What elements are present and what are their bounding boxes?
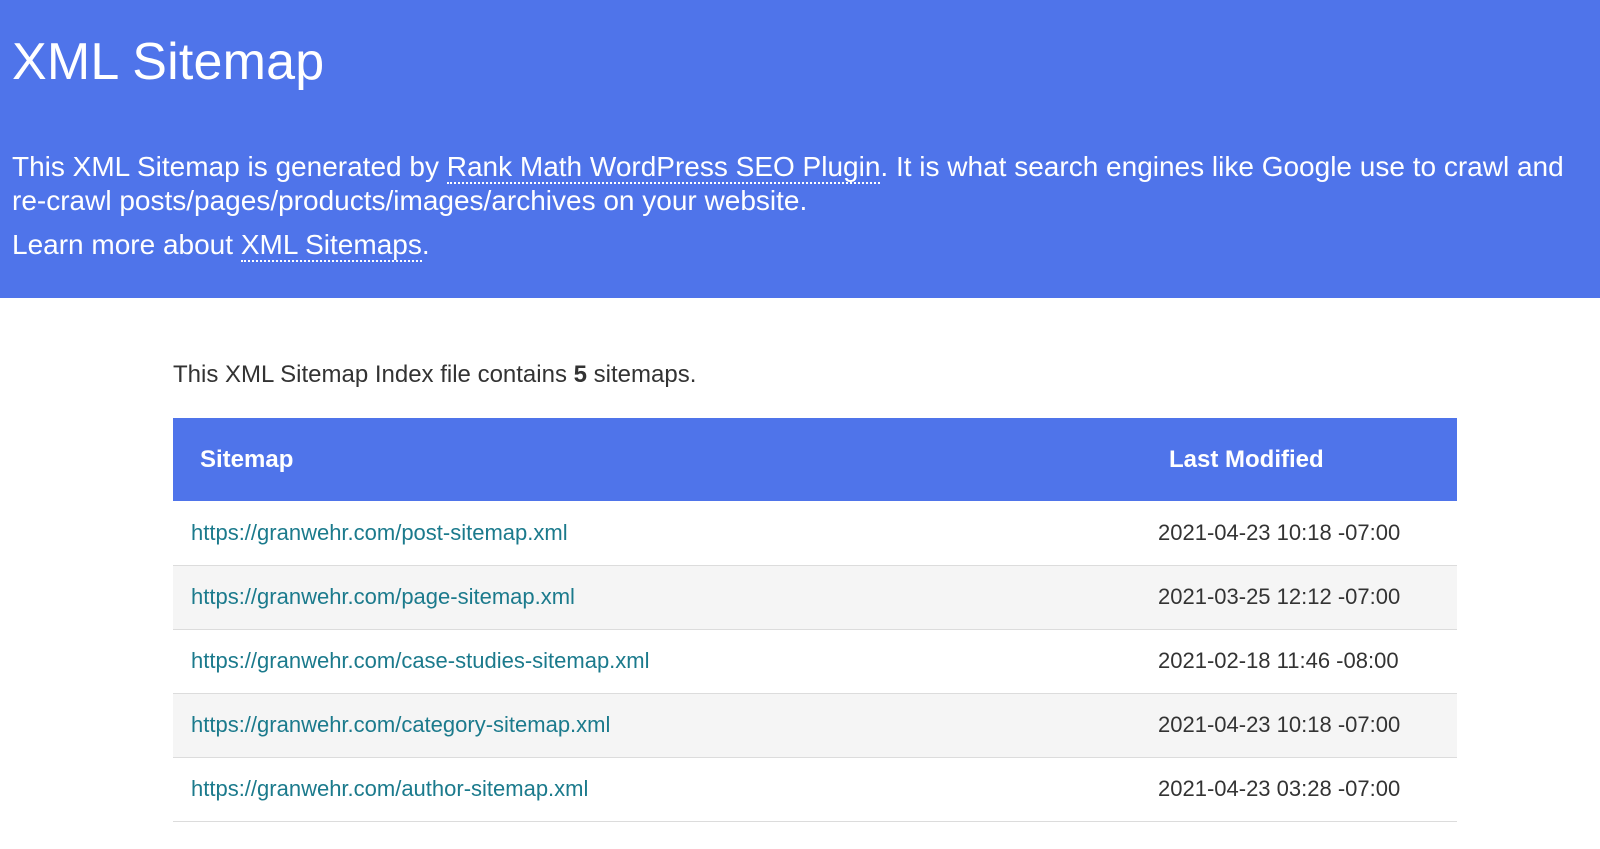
table-row: https://granwehr.com/case-studies-sitema… bbox=[173, 629, 1457, 693]
summary-text-before: This XML Sitemap Index file contains bbox=[173, 361, 574, 388]
sitemap-count-summary: This XML Sitemap Index file contains 5 s… bbox=[173, 360, 1457, 390]
sitemap-url-cell: https://granwehr.com/page-sitemap.xml bbox=[173, 565, 1158, 629]
last-modified-cell: 2021-03-25 12:12 -07:00 bbox=[1158, 584, 1401, 609]
main-content: This XML Sitemap Index file contains 5 s… bbox=[173, 360, 1457, 822]
rank-math-plugin-link[interactable]: Rank Math WordPress SEO Plugin bbox=[446, 151, 881, 184]
sitemap-count: 5 bbox=[573, 361, 587, 388]
sitemap-link[interactable]: https://granwehr.com/category-sitemap.xm… bbox=[191, 712, 610, 737]
xml-sitemaps-link[interactable]: XML Sitemaps bbox=[240, 229, 422, 262]
learn-more-period: . bbox=[421, 229, 430, 260]
learn-more-text: Learn more about bbox=[12, 229, 241, 260]
last-modified-cell: 2021-02-18 11:46 -08:00 bbox=[1158, 648, 1399, 673]
learn-more-line: Learn more about XML Sitemaps. bbox=[12, 228, 430, 262]
table-header-row: Sitemap Last Modified bbox=[173, 418, 1457, 501]
sitemap-url-cell: https://granwehr.com/author-sitemap.xml bbox=[173, 757, 1158, 821]
page-header: XML Sitemap This XML Sitemap is generate… bbox=[0, 0, 1600, 298]
summary-text-after: sitemaps. bbox=[587, 361, 697, 388]
sitemap-link[interactable]: https://granwehr.com/post-sitemap.xml bbox=[191, 520, 568, 545]
table-row: https://granwehr.com/page-sitemap.xml 20… bbox=[173, 565, 1457, 629]
table-body: https://granwehr.com/post-sitemap.xml 20… bbox=[173, 501, 1457, 821]
sitemap-url-cell: https://granwehr.com/case-studies-sitema… bbox=[173, 629, 1158, 693]
sitemap-table: Sitemap Last Modified https://granwehr.c… bbox=[173, 418, 1457, 822]
sitemap-url-cell: https://granwehr.com/category-sitemap.xm… bbox=[173, 693, 1158, 757]
column-header-sitemap: Sitemap bbox=[200, 445, 294, 473]
sitemap-link[interactable]: https://granwehr.com/author-sitemap.xml bbox=[191, 776, 588, 801]
table-row: https://granwehr.com/author-sitemap.xml … bbox=[173, 757, 1457, 821]
sitemap-url-cell: https://granwehr.com/post-sitemap.xml bbox=[173, 501, 1158, 565]
sitemap-link[interactable]: https://granwehr.com/case-studies-sitema… bbox=[191, 648, 650, 673]
last-modified-cell: 2021-04-23 10:18 -07:00 bbox=[1158, 712, 1401, 737]
table-row: https://granwehr.com/post-sitemap.xml 20… bbox=[173, 501, 1457, 565]
header-description: This XML Sitemap is generated by Rank Ma… bbox=[12, 150, 1588, 218]
column-header-last-modified: Last Modified bbox=[1169, 445, 1324, 473]
sitemap-link[interactable]: https://granwehr.com/page-sitemap.xml bbox=[191, 584, 575, 609]
table-row: https://granwehr.com/category-sitemap.xm… bbox=[173, 693, 1457, 757]
last-modified-cell: 2021-04-23 10:18 -07:00 bbox=[1158, 519, 1401, 545]
last-modified-cell: 2021-04-23 03:28 -07:00 bbox=[1158, 776, 1401, 801]
table-header: Sitemap Last Modified bbox=[173, 418, 1457, 501]
page-title: XML Sitemap bbox=[12, 33, 325, 91]
description-text-before: This XML Sitemap is generated by bbox=[12, 151, 447, 182]
